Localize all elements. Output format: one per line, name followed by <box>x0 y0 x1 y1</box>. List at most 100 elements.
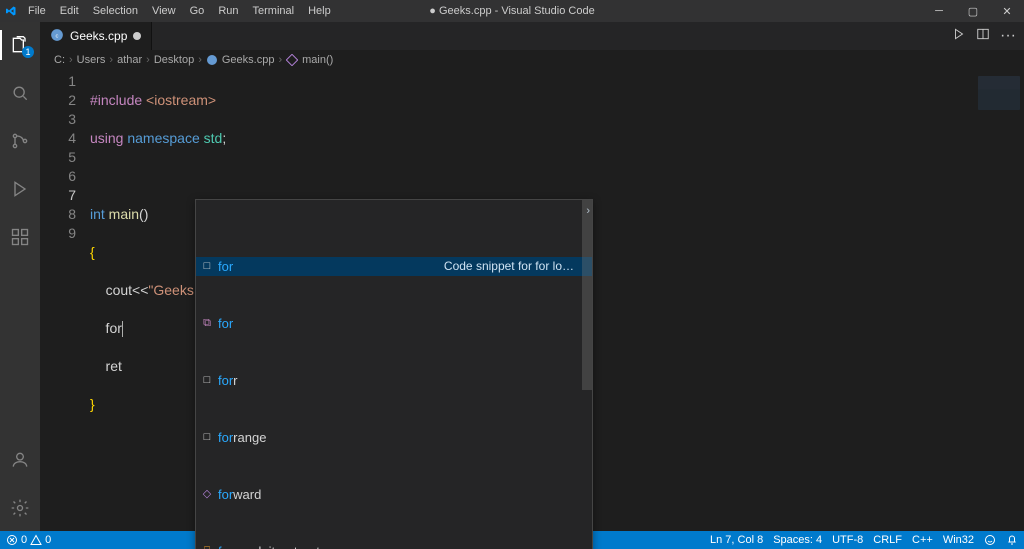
token: << <box>132 282 148 298</box>
token: ; <box>222 130 226 146</box>
text-cursor <box>122 321 123 337</box>
breadcrumb-seg[interactable]: C: <box>54 54 65 66</box>
run-code-icon[interactable] <box>952 27 966 46</box>
code-content[interactable]: #include <iostream> using namespace std;… <box>90 70 1024 531</box>
line-number: 9 <box>40 224 76 243</box>
tab-actions: ··· <box>944 22 1024 50</box>
suggest-widget[interactable]: › □ for Code snippet for for lo… ⧉for □f… <box>195 199 593 549</box>
suggest-rest: ward_iterator_tag <box>233 544 334 549</box>
status-bell-icon[interactable] <box>1006 534 1018 546</box>
token: () <box>139 206 148 222</box>
status-encoding[interactable]: UTF-8 <box>832 534 863 546</box>
line-number: 3 <box>40 110 76 129</box>
source-control-icon[interactable] <box>0 124 40 158</box>
suggest-hint: Code snippet for for lo… <box>444 257 592 276</box>
breadcrumb[interactable]: C:› Users› athar› Desktop› Geeks.cpp› ma… <box>40 50 1024 70</box>
menu-edit[interactable]: Edit <box>54 5 85 17</box>
token: int <box>90 206 105 222</box>
suggest-rest: ward <box>233 487 261 502</box>
status-warnings: 0 <box>45 534 51 546</box>
menu-selection[interactable]: Selection <box>87 5 144 17</box>
extensions-icon[interactable] <box>0 220 40 254</box>
line-number: 8 <box>40 205 76 224</box>
menu-file[interactable]: File <box>22 5 52 17</box>
vscode-logo-icon <box>0 5 22 17</box>
editor-area: c Geeks.cpp ··· C:› Users› athar› Deskto… <box>40 22 1024 531</box>
token: cout <box>106 282 132 298</box>
suggest-match: for <box>218 544 233 549</box>
line-number: 1 <box>40 72 76 91</box>
breadcrumb-seg[interactable]: Users <box>77 54 106 66</box>
suggest-rest: range <box>233 430 266 445</box>
title-text: ● Geeks.cpp - Visual Studio Code <box>429 5 594 17</box>
minimap[interactable] <box>968 70 1024 531</box>
tab-bar: c Geeks.cpp ··· <box>40 22 1024 50</box>
cpp-file-icon: c <box>50 28 64 45</box>
suggest-scrollbar[interactable] <box>582 200 592 390</box>
cpp-file-icon <box>206 54 218 66</box>
line-number: 5 <box>40 148 76 167</box>
menu-bar: File Edit Selection View Go Run Terminal… <box>22 5 337 17</box>
close-button[interactable]: ✕ <box>990 0 1024 22</box>
svg-text:c: c <box>56 33 59 39</box>
status-problems[interactable]: 0 0 <box>6 534 51 546</box>
window-controls: ─ ▢ ✕ <box>922 0 1024 22</box>
suggest-match: for <box>218 430 233 445</box>
status-errors: 0 <box>21 534 27 546</box>
accounts-icon[interactable] <box>0 443 40 477</box>
tab-geeks-cpp[interactable]: c Geeks.cpp <box>40 22 152 50</box>
code-editor[interactable]: 1 2 3 4 5 6 7 8 9 #include <iostream> us… <box>40 70 1024 531</box>
suggest-item[interactable]: □ forrange <box>196 428 592 447</box>
menu-go[interactable]: Go <box>184 5 211 17</box>
token: } <box>90 396 95 412</box>
split-editor-icon[interactable] <box>976 27 990 46</box>
suggest-item[interactable]: ⧉for <box>196 314 592 333</box>
token: <iostream> <box>142 92 216 108</box>
token: for <box>90 320 122 336</box>
struct-icon: ⌸ <box>200 542 214 549</box>
token: #include <box>90 92 142 108</box>
status-eol[interactable]: CRLF <box>873 534 902 546</box>
more-actions-icon[interactable]: ··· <box>1000 27 1016 45</box>
tab-label: Geeks.cpp <box>70 29 127 43</box>
menu-help[interactable]: Help <box>302 5 337 17</box>
suggest-match: for <box>218 259 233 274</box>
token: main <box>105 206 139 222</box>
snippet-icon: □ <box>200 428 214 447</box>
line-number: 4 <box>40 129 76 148</box>
token: namespace <box>123 130 199 146</box>
status-platform[interactable]: Win32 <box>943 534 974 546</box>
suggest-item[interactable]: ◇ forward <box>196 485 592 504</box>
menu-terminal[interactable]: Terminal <box>247 5 301 17</box>
settings-gear-icon[interactable] <box>0 491 40 525</box>
suggest-match: for <box>218 373 233 388</box>
suggest-item[interactable]: □ for Code snippet for for lo… <box>196 257 592 276</box>
run-debug-icon[interactable] <box>0 172 40 206</box>
status-feedback-icon[interactable] <box>984 534 996 546</box>
line-number: 6 <box>40 167 76 186</box>
line-gutter: 1 2 3 4 5 6 7 8 9 <box>40 70 90 531</box>
breadcrumb-seg[interactable]: Geeks.cpp <box>222 54 275 66</box>
app-root: File Edit Selection View Go Run Terminal… <box>0 0 1024 549</box>
tab-dirty-indicator <box>133 32 141 40</box>
token: { <box>90 244 95 260</box>
suggest-item[interactable]: □forr <box>196 371 592 390</box>
maximize-button[interactable]: ▢ <box>956 0 990 22</box>
breadcrumb-seg[interactable]: athar <box>117 54 142 66</box>
token: std <box>200 130 223 146</box>
explorer-icon[interactable]: 1 <box>0 28 40 62</box>
menu-run[interactable]: Run <box>212 5 244 17</box>
activity-bar: 1 <box>0 22 40 531</box>
token: using <box>90 130 123 146</box>
minimize-button[interactable]: ─ <box>922 0 956 22</box>
suggest-match: for <box>218 487 233 502</box>
search-icon[interactable] <box>0 76 40 110</box>
status-line-col[interactable]: Ln 7, Col 8 <box>710 534 763 546</box>
menu-view[interactable]: View <box>146 5 182 17</box>
status-language[interactable]: C++ <box>912 534 933 546</box>
function-icon: ◇ <box>200 485 214 504</box>
breadcrumb-seg[interactable]: main() <box>302 54 333 66</box>
breadcrumb-seg[interactable]: Desktop <box>154 54 194 66</box>
status-spaces[interactable]: Spaces: 4 <box>773 534 822 546</box>
suggest-item[interactable]: ⌸ forward_iterator_tag <box>196 542 592 549</box>
